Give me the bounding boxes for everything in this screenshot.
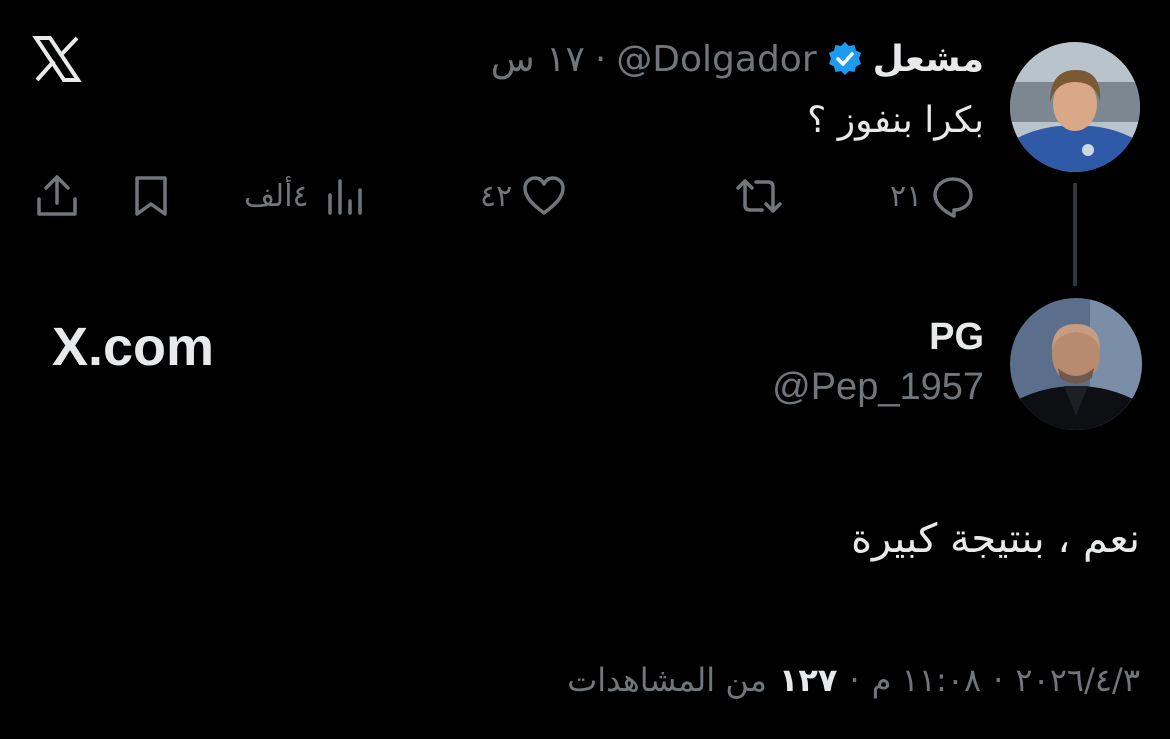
bookmark-icon [128, 173, 174, 219]
retweet-icon [732, 173, 786, 219]
tweet-header: مشعل @Dolgador · ١٧ س [491, 34, 984, 84]
separator-dot: · [594, 38, 607, 80]
thread-line [1073, 183, 1077, 286]
views-count: ٤ألف [244, 178, 309, 214]
share-button[interactable] [34, 172, 80, 220]
site-watermark: X.com [52, 317, 215, 377]
like-count: ٤٢ [480, 178, 513, 214]
retweet-button[interactable] [732, 172, 786, 220]
tweet-date[interactable]: ٢٠٢٦/٤/٣ [1015, 661, 1140, 699]
meta-separator: · [849, 661, 860, 699]
reply-text: نعم ، بنتيجة كبيرة [851, 516, 1140, 562]
x-logo-icon[interactable] [32, 34, 82, 84]
author-name[interactable]: مشعل [873, 39, 984, 80]
views-total: ١٢٧ [778, 661, 838, 699]
verified-badge-icon [827, 41, 863, 77]
share-icon [34, 173, 80, 219]
bookmark-button[interactable] [128, 172, 174, 220]
meta-separator: · [993, 661, 1004, 699]
tweet-time[interactable]: ١٧ س [491, 39, 585, 80]
tweet-time[interactable]: ١١:٠٨ م [872, 661, 982, 699]
views-icon [325, 173, 365, 219]
like-icon [520, 173, 568, 219]
author-handle[interactable]: @Dolgador [616, 39, 816, 80]
reply-icon [930, 173, 976, 219]
tweet-meta: ٢٠٢٦/٤/٣ · ١١:٠٨ م · ١٢٧ من المشاهدات [567, 656, 1140, 704]
reply-author-handle[interactable]: @Pep_1957 [772, 366, 984, 409]
views-button[interactable]: ٤ألف [244, 172, 365, 220]
avatar[interactable] [1010, 42, 1140, 172]
avatar[interactable] [1010, 298, 1142, 430]
views-label: من المشاهدات [567, 661, 767, 699]
like-button[interactable]: ٤٢ [480, 172, 568, 220]
reply-button[interactable]: ٢١ [890, 172, 976, 220]
reply-author-name[interactable]: PG [929, 316, 984, 359]
reply-count: ٢١ [890, 178, 923, 214]
tweet-text: بكرا بنفوز ؟ [807, 100, 984, 141]
